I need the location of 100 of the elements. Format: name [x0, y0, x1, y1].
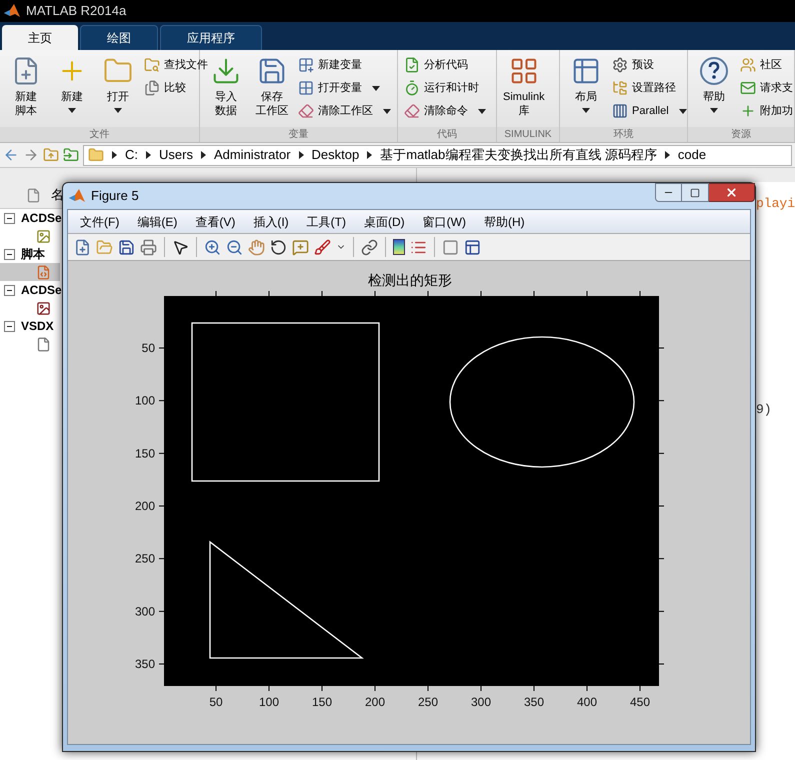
console-text: playi [756, 195, 795, 213]
save-icon[interactable] [118, 238, 135, 256]
path-segment[interactable]: code [678, 145, 706, 165]
menu-item[interactable]: 文件(F) [80, 212, 120, 230]
tree-label[interactable]: 脚本 [21, 245, 45, 263]
script-file-icon [36, 264, 51, 280]
menu-item[interactable]: 工具(T) [306, 212, 346, 230]
browse-folder-icon[interactable] [63, 147, 79, 163]
ribbon-button[interactable]: 新建 [52, 56, 92, 127]
ribbon-item[interactable]: 比较 [144, 79, 208, 97]
ribbon-item[interactable]: 请求支 [740, 79, 793, 97]
tick-label: 100 [134, 394, 155, 408]
maximize-button[interactable] [682, 183, 709, 202]
menu-item[interactable]: 查看(V) [195, 212, 236, 230]
data-tip-icon[interactable] [292, 238, 309, 256]
collapse-icon[interactable] [4, 320, 15, 332]
ribbon-item[interactable]: 分析代码 [404, 56, 486, 74]
back-icon[interactable] [3, 147, 19, 163]
tick-label: 150 [134, 446, 155, 460]
tick-label: 100 [258, 695, 280, 709]
zoom-in-icon[interactable] [204, 238, 221, 256]
hand-icon[interactable] [248, 238, 265, 256]
group-label: 代码 [398, 127, 496, 142]
tree-label[interactable]: VSDX [21, 317, 54, 335]
folder-icon [88, 147, 104, 163]
ribbon-tab[interactable]: 绘图 [80, 25, 158, 50]
ribbon-button[interactable]: 打开 [98, 56, 138, 127]
group-label: 资源 [688, 127, 794, 142]
ribbon-tab[interactable]: 应用程序 [160, 25, 262, 50]
ribbon-button[interactable]: Simulink 库 [503, 56, 545, 127]
tick-label: 250 [134, 552, 155, 566]
close-button[interactable] [709, 183, 755, 202]
menu-item[interactable]: 帮助(H) [484, 212, 525, 230]
colorbar-icon[interactable] [393, 239, 405, 255]
collapse-icon[interactable] [4, 284, 15, 296]
file-icon [26, 188, 41, 202]
ribbon-item[interactable]: Parallel [612, 102, 687, 120]
grid-plus-icon [298, 57, 314, 73]
separator-icon [298, 151, 304, 159]
ribbon-tab[interactable]: 主页 [2, 25, 78, 50]
brush-icon[interactable] [314, 238, 331, 256]
path-segment[interactable]: Desktop [312, 145, 360, 165]
ribbon-item[interactable]: 运行和计时 [404, 79, 486, 97]
ribbon-button[interactable]: 布局 [566, 56, 606, 127]
ribbon-item[interactable]: 设置路径 [612, 79, 687, 97]
panel-icon[interactable] [464, 238, 481, 256]
tick-label: 300 [134, 604, 155, 618]
path-segment[interactable]: 基于matlab编程霍夫变换找出所有直线 源码程序 [380, 145, 657, 165]
columns-icon [612, 103, 628, 119]
ribbon-item[interactable]: 打开变量 [298, 79, 391, 97]
collapse-icon[interactable] [4, 212, 15, 224]
ribbon-item[interactable]: 清除命令 [404, 102, 486, 120]
ribbon-button[interactable]: 导入 数据 [206, 56, 246, 127]
path-segment[interactable]: Administrator [214, 145, 291, 165]
files-icon [144, 80, 160, 96]
users-icon [740, 57, 756, 73]
pointer-icon[interactable] [172, 238, 189, 256]
group-label: 环境 [560, 127, 687, 142]
rotate-icon[interactable] [270, 238, 287, 256]
square-icon[interactable] [442, 238, 459, 256]
ribbon-button[interactable]: 帮助 [694, 56, 734, 127]
console-text: 9) [756, 400, 772, 418]
window-title: Figure 5 [91, 187, 139, 206]
close-icon [725, 186, 738, 199]
path-segment[interactable]: C: [125, 145, 138, 165]
ribbon-item[interactable]: 查找文件 [144, 56, 208, 74]
timer-icon [404, 80, 420, 96]
menu-item[interactable]: 桌面(D) [364, 212, 405, 230]
new-file-icon[interactable] [74, 238, 91, 256]
tick-label: 300 [470, 695, 492, 709]
separator-icon [200, 151, 206, 159]
eraser-icon [298, 103, 314, 119]
menu-item[interactable]: 窗口(W) [422, 212, 466, 230]
tick-label: 250 [418, 695, 438, 709]
plus-icon [740, 103, 756, 119]
app-title: MATLAB R2014a [26, 2, 126, 20]
folder-tree-icon [612, 80, 628, 96]
menu-item[interactable]: 编辑(E) [137, 212, 178, 230]
group-label: SIMULINK [497, 127, 559, 142]
help-icon [699, 56, 729, 86]
collapse-icon[interactable] [4, 248, 15, 260]
tree-label[interactable]: ACDSe [21, 281, 62, 299]
ribbon-item[interactable]: 附加功 [740, 102, 793, 120]
ribbon-button[interactable]: 新建 脚本 [6, 56, 46, 127]
ribbon-button[interactable]: 保存 工作区 [252, 56, 292, 127]
printer-icon[interactable] [140, 238, 157, 256]
ribbon-item[interactable]: 社区 [740, 56, 793, 74]
image-file-icon [36, 228, 51, 244]
address-bar[interactable]: C: Users Administrator Desktop 基于matlab编程霍夫变换找出所有直线 源码程序 code [83, 144, 792, 166]
menu-item[interactable]: 插入(I) [253, 212, 289, 230]
zoom-out-icon[interactable] [226, 238, 243, 256]
grid-icon [508, 56, 539, 86]
ribbon-item[interactable]: 新建变量 [298, 56, 391, 74]
path-segment[interactable]: Users [159, 145, 193, 165]
link-icon[interactable] [361, 238, 378, 256]
forward-icon[interactable] [23, 147, 39, 163]
tree-label[interactable]: ACDSe [21, 209, 62, 227]
ribbon-item[interactable]: 预设 [612, 56, 687, 74]
separator-icon [146, 151, 151, 159]
ribbon-item[interactable]: 清除工作区 [298, 102, 391, 120]
